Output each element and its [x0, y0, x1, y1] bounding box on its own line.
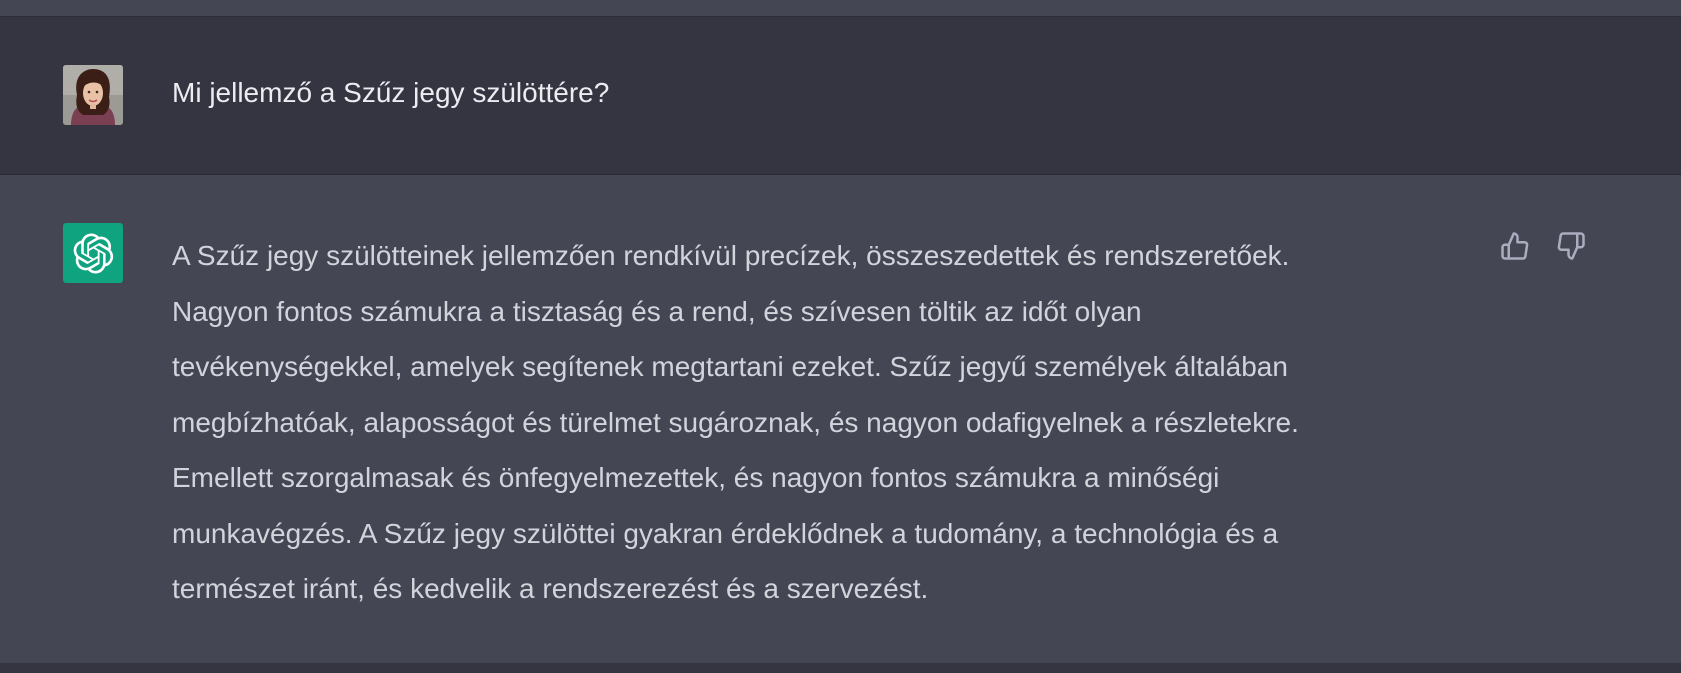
answer-line: A Szűz jegy szülötteinek jellemzően rend…	[172, 240, 1290, 271]
answer-line: természet iránt, és kedvelik a rendszere…	[172, 573, 929, 604]
answer-line: tevékenységekkel, amelyek segítenek megt…	[172, 351, 1288, 382]
assistant-avatar	[63, 223, 123, 283]
user-photo-avatar	[63, 65, 123, 125]
feedback-buttons	[1496, 227, 1590, 265]
user-message-text: Mi jellemző a Szűz jegy szülöttére?	[172, 77, 610, 108]
thumbs-up-icon	[1501, 232, 1529, 260]
answer-line: munkavégzés. A Szűz jegy szülöttei gyakr…	[172, 517, 1279, 549]
user-message-row: Mi jellemző a Szűz jegy szülöttére?	[0, 17, 1681, 175]
answer-line: megbízhatóak, alaposságot és türelmet su…	[172, 406, 1299, 438]
like-button[interactable]	[1496, 227, 1534, 265]
assistant-message-text: A Szűz jegy szülötteinek jellemzően rend…	[172, 228, 1482, 617]
thumbs-down-icon	[1557, 232, 1585, 260]
user-avatar	[63, 65, 123, 125]
chat-window: Mi jellemző a Szűz jegy szülöttére? A Sz…	[0, 0, 1681, 673]
dislike-button[interactable]	[1552, 227, 1590, 265]
openai-logo-icon	[73, 233, 113, 273]
assistant-message-row: A Szűz jegy szülötteinek jellemzően rend…	[0, 175, 1681, 663]
next-message-edge	[0, 663, 1681, 673]
answer-line: Nagyon fontos számukra a tisztaság és a …	[172, 295, 1142, 327]
previous-message-edge	[0, 0, 1681, 17]
answer-line: Emellett szorgalmasak és önfegyelmezette…	[172, 462, 1220, 493]
